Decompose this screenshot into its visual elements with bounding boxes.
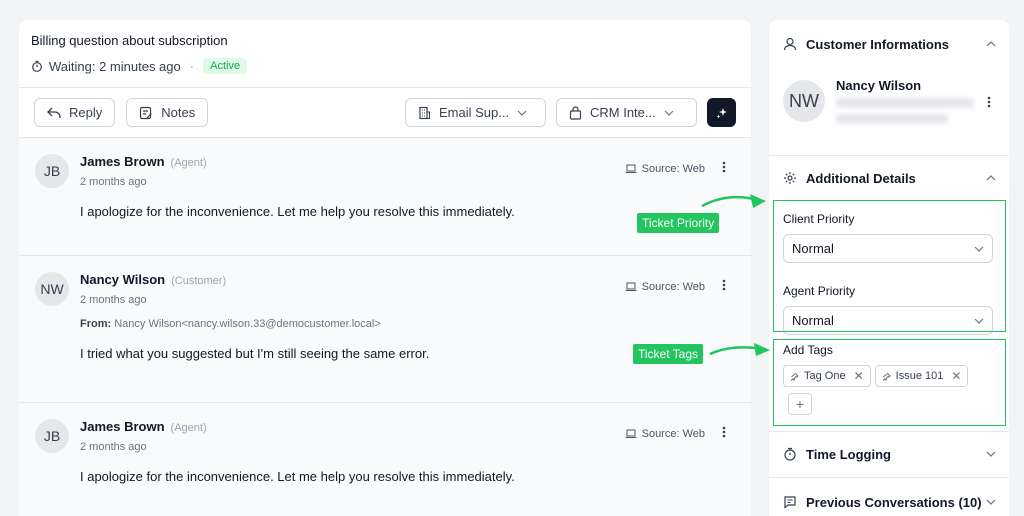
source-label: Source: Web [641,281,705,293]
more-vertical-icon[interactable] [722,426,726,438]
message-item: NW Nancy Wilson (Customer) 2 months ago F… [19,256,751,403]
author-name: James Brown [80,154,165,169]
section-title: Previous Conversations (10) [806,494,982,510]
tags-highlight-box [773,339,1006,426]
message-source: Source: Web [625,163,705,175]
avatar: JB [35,419,69,453]
user-icon [783,37,797,51]
message-time: 2 months ago [80,441,147,453]
author-name: James Brown [80,419,165,434]
message-source: Source: Web [625,428,705,440]
laptop-icon [625,164,637,173]
more-vertical-icon[interactable] [722,161,726,173]
building-icon [419,106,431,119]
message-from: From: Nancy Wilson<nancy.wilson.33@democ… [80,318,735,330]
ticket-tags-annotation: Ticket Tags [633,344,704,364]
customer-info-section: Customer Informations NW Nancy Wilson [769,20,1009,155]
chevron-up-icon [986,41,996,47]
sparkle-icon [716,107,727,118]
message-source: Source: Web [625,281,705,293]
status-badge: Active [203,58,248,74]
author-name: Nancy Wilson [80,272,166,287]
ticket-meta: Waiting: 2 minutes ago · Active [31,58,739,74]
time-logging-header[interactable]: Time Logging [769,432,1009,476]
notes-icon [140,106,153,119]
customer-info-header[interactable]: Customer Informations [769,20,1009,68]
crm-dropdown-label: CRM Inte... [590,105,656,120]
from-label: From: [80,318,112,330]
customer-avatar: NW [783,80,825,122]
notes-button[interactable]: Notes [126,98,209,127]
ticket-header: Billing question about subscription Wait… [19,20,751,88]
crm-integration-dropdown[interactable]: CRM Inte... [556,98,697,127]
ticket-title: Billing question about subscription [31,33,228,48]
gear-icon [784,172,796,184]
meta-separator: · [189,58,195,74]
author-role: (Customer) [171,275,227,287]
customer-phone-redacted [836,114,948,124]
priority-highlight-box [773,200,1006,332]
section-title: Customer Informations [806,36,950,52]
stopwatch-icon [784,447,796,461]
laptop-icon [625,429,637,438]
chevron-up-icon [986,175,996,181]
waiting-time: Waiting: 2 minutes ago [49,58,181,74]
stopwatch-icon [32,60,42,72]
customer-name: Nancy Wilson [836,78,922,93]
message-time: 2 months ago [80,176,147,188]
reply-button[interactable]: Reply [34,98,116,127]
laptop-icon [625,282,637,291]
divider [769,477,1009,478]
message-time: 2 months ago [80,294,147,306]
chat-icon [784,496,796,509]
more-vertical-icon[interactable] [987,96,991,108]
ticket-panel: Billing question about subscription Wait… [19,20,751,516]
author-role: (Agent) [170,422,207,434]
email-dropdown-label: Email Sup... [439,105,510,120]
arrow-icon [701,194,766,208]
chevron-down-icon [664,110,674,116]
source-label: Source: Web [641,163,705,175]
section-title: Additional Details [806,170,916,186]
previous-conversations-header[interactable]: Previous Conversations (10) [769,482,1009,516]
reply-icon [47,107,61,118]
notes-label: Notes [161,105,196,120]
ai-sparkle-button[interactable] [707,98,736,127]
chevron-down-icon [986,499,996,505]
message-item: JB James Brown (Agent) 2 months ago I apo… [19,403,751,516]
chevron-down-icon [517,110,527,116]
from-value: Nancy Wilson<nancy.wilson.33@democustome… [114,318,381,330]
reply-label: Reply [69,105,103,120]
chevron-down-icon [986,451,996,457]
bag-icon [569,105,582,120]
message-list: JB James Brown (Agent) 2 months ago I apo… [19,138,751,516]
additional-details-header[interactable]: Additional Details [769,156,1009,200]
arrow-icon [709,343,770,356]
source-label: Source: Web [641,428,705,440]
customer-email-redacted [836,98,974,108]
message-body: I apologize for the inconvenience. Let m… [80,469,515,484]
message-item: JB James Brown (Agent) 2 months ago I apo… [19,138,751,256]
section-title: Time Logging [806,446,891,462]
email-support-dropdown[interactable]: Email Sup... [405,98,546,127]
avatar: JB [35,154,69,188]
more-vertical-icon[interactable] [722,279,726,291]
author-role: (Agent) [170,157,207,169]
ticket-toolbar: Reply Notes Email Sup... CRM Inte... [19,88,751,138]
avatar: NW [35,272,69,306]
